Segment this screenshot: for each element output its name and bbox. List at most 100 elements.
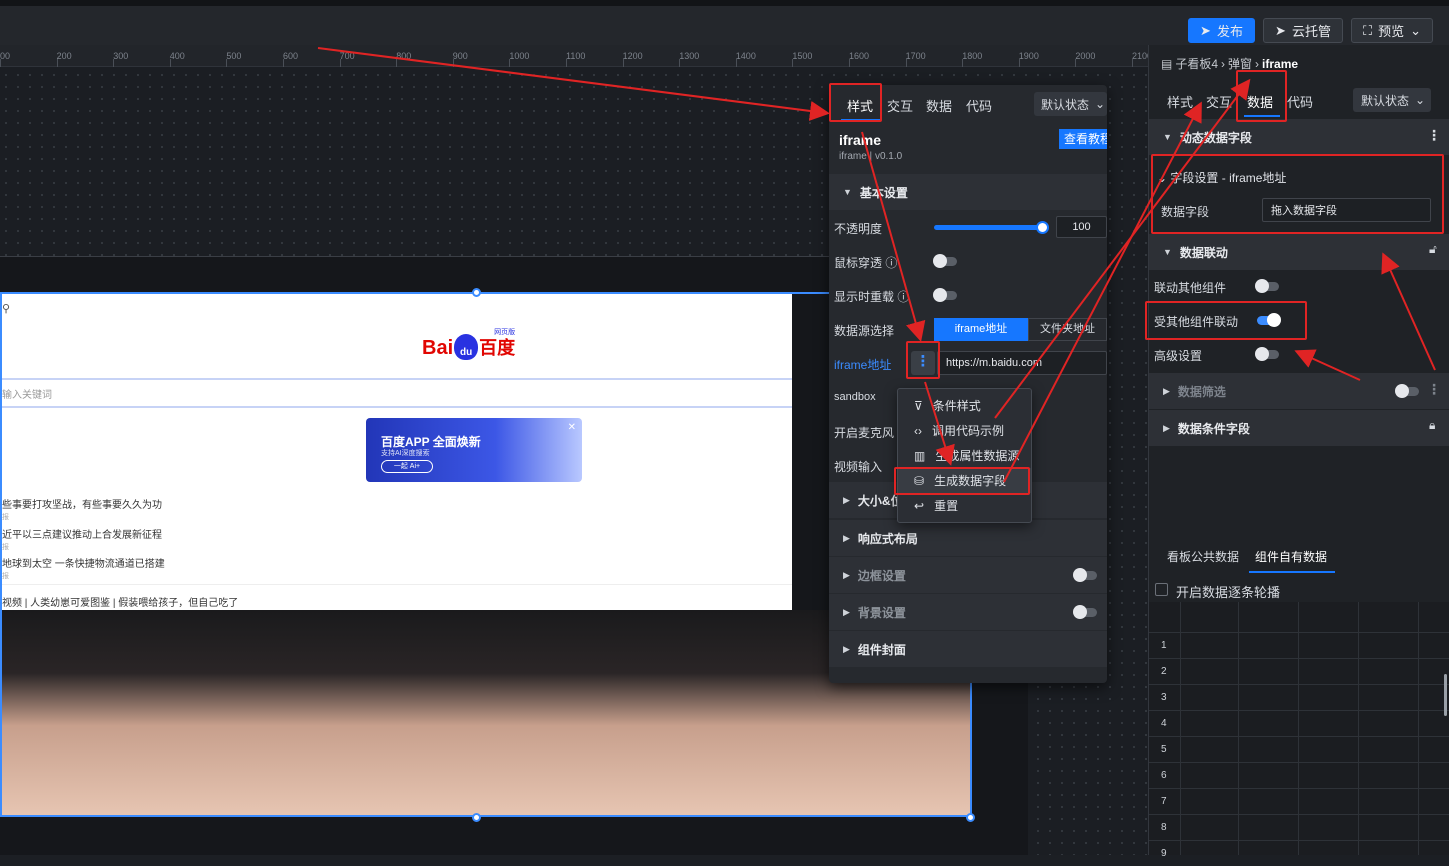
section-basic-settings[interactable]: ▼ 基本设置 (829, 174, 1107, 210)
caret-right-icon: ▶ (843, 532, 850, 543)
tab-style[interactable]: 样式 (1167, 92, 1193, 111)
highlight-style-tab (829, 83, 882, 122)
state-select[interactable]: 默认状态 ⌄ (1353, 88, 1431, 112)
caret-right-icon: ▶ (843, 494, 850, 505)
mouse-through-toggle[interactable] (933, 254, 957, 268)
ruler-tick-mark (622, 59, 624, 67)
ruler-tick: 1500 (792, 51, 813, 61)
resize-handle-bottom[interactable] (472, 813, 481, 822)
section-condition-fields[interactable]: ▶ 数据条件字段 (1149, 410, 1449, 446)
caret-right-icon: ▶ (843, 606, 850, 617)
highlight-gen-field-item (894, 467, 1030, 495)
menu-item-code-example[interactable]: ‹› 调用代码示例 (898, 418, 1031, 443)
ruler-tick-mark (339, 59, 341, 67)
iframe-url-label: iframe地址 (834, 358, 892, 372)
caret-right-icon: ▶ (843, 569, 850, 580)
banner-button[interactable]: 一起 Ai+ (381, 460, 433, 473)
menu-item-reset[interactable]: ↩ 重置 (898, 493, 1031, 518)
ruler-tick-mark (735, 59, 737, 67)
tab-interaction[interactable]: 交互 (887, 96, 913, 115)
tab-code[interactable]: 代码 (966, 96, 992, 115)
filter-icon: ⊽ (914, 398, 923, 413)
grid-scrollbar[interactable] (1444, 674, 1447, 716)
caret-down-icon: ▼ (843, 187, 852, 197)
close-icon[interactable]: ✕ (568, 422, 576, 433)
source-option-folder[interactable]: 文件夹地址 (1028, 318, 1107, 341)
news-item[interactable]: 些事要打攻坚战，有些事要久久为功 (2, 496, 162, 511)
ruler-tick-mark (226, 59, 228, 67)
component-version: iframe | v0.1.0 (839, 151, 903, 162)
menu-item-attr-datasource[interactable]: ▥ 生成属性数据源 (898, 443, 1031, 468)
caret-down-icon: ▼ (1163, 132, 1172, 142)
resize-handle-corner[interactable] (966, 813, 975, 822)
tutorial-button[interactable]: 查看教程 (1059, 129, 1107, 149)
preview-button[interactable]: ⛶ 预览 ⌄ (1351, 18, 1433, 43)
chart-icon: ▥ (914, 448, 926, 463)
ruler-tick: 600 (283, 51, 299, 61)
slider-thumb[interactable] (1036, 221, 1049, 234)
ruler-tick: 2100 (1132, 51, 1148, 61)
section-cover[interactable]: ▶ 组件封面 (829, 631, 1107, 667)
border-toggle[interactable] (1073, 568, 1097, 582)
caret-right-icon: ▶ (843, 643, 850, 654)
opacity-slider[interactable] (934, 221, 1049, 234)
background-toggle[interactable] (1073, 605, 1097, 619)
link-other-toggle[interactable] (1255, 279, 1279, 293)
news-item[interactable]: 地球到太空 一条快捷物流通道已搭建 (2, 555, 165, 570)
opacity-input[interactable]: 100 (1056, 216, 1107, 238)
app-banner[interactable]: 百度APP 全面焕新 支持AI深度搜索 一起 Ai+ ✕ (366, 418, 582, 482)
source-option-iframe[interactable]: iframe地址 (934, 318, 1028, 341)
ruler-tick: 1300 (679, 51, 700, 61)
video-thumbnail (2, 610, 970, 815)
iframe-url-input[interactable]: https://m.baidu.com (937, 351, 1107, 375)
ruler-tick: 500 (226, 51, 242, 61)
help-icon[interactable]: ⓘ (897, 290, 909, 304)
ruler-tick-mark (169, 59, 171, 67)
tab-board-public-data[interactable]: 看板公共数据 (1167, 548, 1239, 565)
publish-button[interactable]: ➤ 发布 (1188, 18, 1255, 43)
menu-item-condition-style[interactable]: ⊽ 条件样式 (898, 393, 1031, 418)
section-dynamic-fields[interactable]: ▼ 动态数据字段 (1149, 119, 1449, 155)
video-tags[interactable]: 视频 | 人类幼崽可爱图鉴 | 假装喂给孩子，但自己吃了 (2, 594, 238, 609)
ruler-tick-mark (905, 59, 907, 67)
logo-text-left: Bai (422, 337, 454, 359)
ruler-tick: 700 (339, 51, 355, 61)
section-border[interactable]: ▶ 边框设置 (829, 557, 1107, 593)
section-data-linkage[interactable]: ▼ 数据联动 (1149, 234, 1449, 270)
ruler-tick: 1700 (905, 51, 926, 61)
tab-data[interactable]: 数据 (926, 96, 952, 115)
ruler-tick-mark (1132, 59, 1133, 67)
send-icon: ➤ (1200, 22, 1211, 38)
ruler-tick-mark (566, 59, 567, 67)
ruler-tick: 200 (56, 51, 72, 61)
search-icon: ⚲ (2, 303, 11, 315)
more-options-icon[interactable]: ⋮ (1427, 381, 1441, 398)
logo-tag: 网页版 (494, 329, 516, 336)
filter-toggle[interactable] (1395, 384, 1419, 398)
news-item[interactable]: 近平以三点建议推动上合发展新征程 (2, 526, 162, 541)
highlight-data-tab (1236, 70, 1287, 122)
resize-handle-top[interactable] (472, 288, 481, 297)
tab-interaction[interactable]: 交互 (1206, 92, 1232, 111)
cloud-hosting-button[interactable]: ➤ 云托管 (1263, 18, 1343, 43)
tab-component-data[interactable]: 组件自有数据 (1255, 548, 1327, 565)
search-input[interactable]: 输入关键词 (2, 378, 792, 408)
baidu-logo: Bai du 百度 网页版 (422, 329, 515, 360)
state-select[interactable]: 默认状态 ⌄ (1034, 92, 1107, 116)
advanced-toggle[interactable] (1255, 347, 1279, 361)
more-options-icon[interactable]: ⋮ (1427, 127, 1441, 144)
carousel-checkbox[interactable] (1155, 583, 1168, 596)
paw-logo-icon: du (454, 334, 479, 360)
tab-code[interactable]: 代码 (1287, 92, 1313, 111)
data-grid[interactable]: 1 2 3 4 5 6 7 8 9 (1149, 602, 1449, 859)
help-icon[interactable]: ⓘ (885, 256, 897, 270)
section-responsive[interactable]: ▶ 响应式布局 (829, 520, 1107, 556)
ruler-tick: 1900 (1018, 51, 1039, 61)
reload-toggle[interactable] (933, 288, 957, 302)
iframe-component[interactable]: ⚲ Bai du 百度 网页版 输入关键词 百度APP 全面焕新 支持AI深度搜… (0, 292, 972, 817)
ruler-tick-mark (283, 59, 284, 67)
top-toolbar: ➤ 发布 ➤ 云托管 ⛶ 预览 ⌄ (0, 0, 1449, 45)
section-background[interactable]: ▶ 背景设置 (829, 594, 1107, 630)
ruler-tick: 800 (396, 51, 412, 61)
ruler-tick: 1100 (566, 51, 586, 61)
